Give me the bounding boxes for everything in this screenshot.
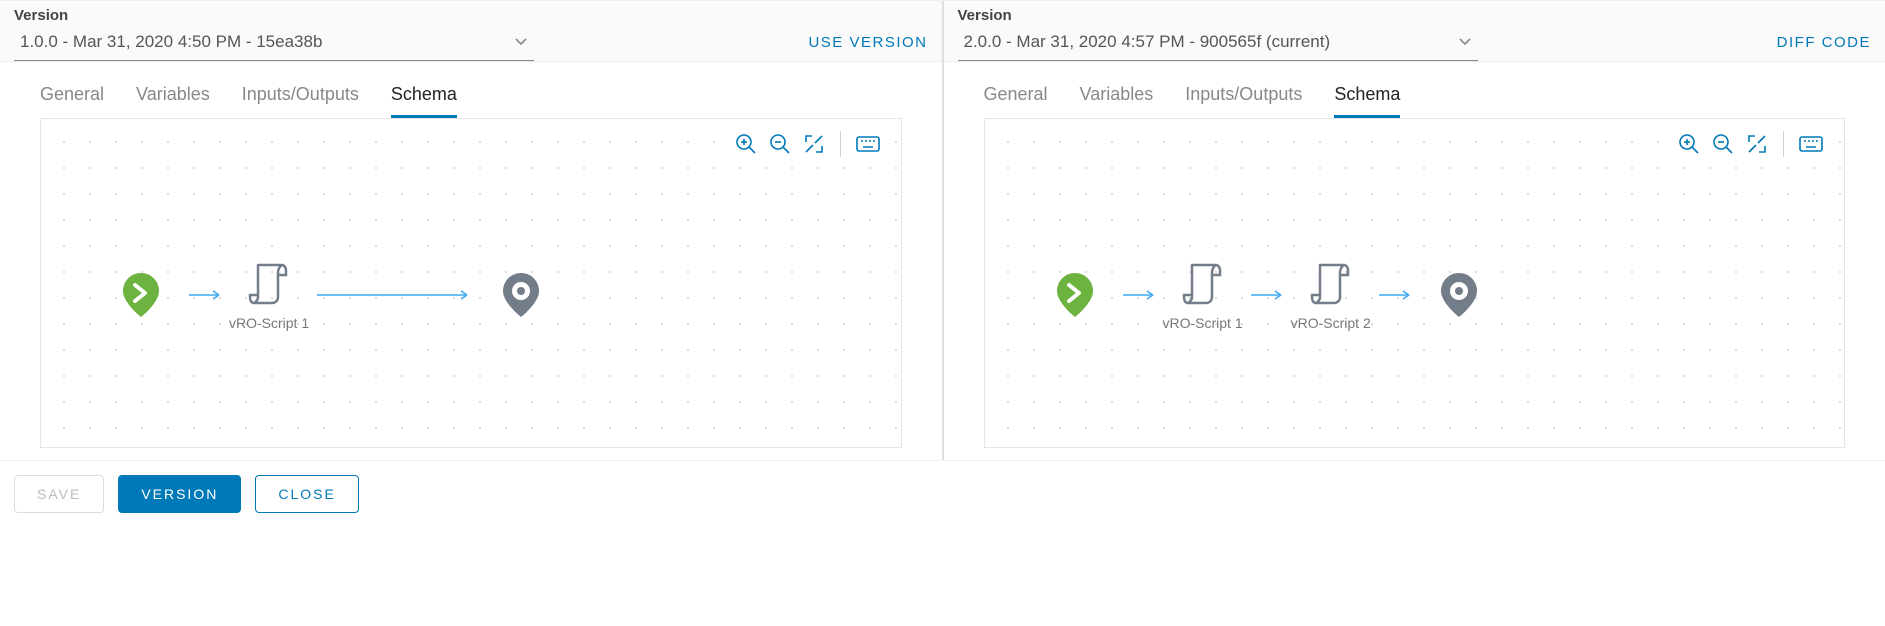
zoom-out-icon[interactable] [1711,132,1735,156]
tab-schema[interactable]: Schema [391,84,457,118]
right-pane: Version 2.0.0 - Mar 31, 2020 4:57 PM - 9… [944,1,1885,460]
version-select-right[interactable]: 2.0.0 - Mar 31, 2020 4:57 PM - 900565f (… [958,26,1478,61]
end-node[interactable] [481,271,561,319]
left-pane-header: Version 1.0.0 - Mar 31, 2020 4:50 PM - 1… [0,1,942,62]
fit-screen-icon[interactable] [1745,132,1769,156]
chevron-down-icon [512,32,530,52]
script-node[interactable]: vRO-Script 1 [1163,259,1243,331]
end-pin-icon [1437,271,1481,319]
toolbar-divider [1783,131,1784,157]
tab-general[interactable]: General [984,84,1048,118]
flow-arrow-icon [1249,289,1285,301]
zoom-in-icon[interactable] [1677,132,1701,156]
version-value-left: 1.0.0 - Mar 31, 2020 4:50 PM - 15ea38b [20,32,322,52]
canvas-toolbar-left [728,129,887,159]
start-node[interactable] [1035,271,1115,319]
version-value-right: 2.0.0 - Mar 31, 2020 4:57 PM - 900565f (… [964,32,1331,52]
flow-arrow-icon [187,289,223,301]
script-icon [1182,259,1224,307]
tab-inputs-outputs[interactable]: Inputs/Outputs [1185,84,1302,118]
script-node[interactable]: vRO-Script 1 [229,259,309,331]
chevron-down-icon [1456,32,1474,52]
version-label-left: Version [14,7,792,24]
close-button[interactable]: CLOSE [255,475,358,513]
schema-flow-left: vRO-Script 1 [101,259,841,331]
tab-variables[interactable]: Variables [136,84,210,118]
save-button: SAVE [14,475,104,513]
diff-code-button[interactable]: DIFF CODE [1777,34,1871,61]
flow-arrow-icon [315,289,475,301]
start-pin-icon [119,271,163,319]
end-pin-icon [499,271,543,319]
tab-general[interactable]: General [40,84,104,118]
start-pin-icon [1053,271,1097,319]
schema-flow-right: vRO-Script 1 vRO-Script 2 [1035,259,1785,331]
flow-arrow-icon [1121,289,1157,301]
script-node-label: vRO-Script 1 [1163,315,1243,331]
version-button[interactable]: VERSION [118,475,241,513]
zoom-out-icon[interactable] [768,132,792,156]
version-select-left[interactable]: 1.0.0 - Mar 31, 2020 4:50 PM - 15ea38b [14,26,534,61]
script-icon [1310,259,1352,307]
schema-canvas-right[interactable]: vRO-Script 1 vRO-Script 2 [984,118,1846,448]
toolbar-divider [840,131,841,157]
footer-actions: SAVE VERSION CLOSE [0,460,1885,527]
script-node-label: vRO-Script 2 [1291,315,1371,331]
tabs-right: General Variables Inputs/Outputs Schema [944,62,1885,118]
schema-canvas-left[interactable]: vRO-Script 1 [40,118,902,448]
use-version-button[interactable]: USE VERSION [808,34,927,61]
keyboard-icon[interactable] [1798,131,1824,157]
keyboard-icon[interactable] [855,131,881,157]
flow-arrow-icon [1377,289,1413,301]
version-compare-container: Version 1.0.0 - Mar 31, 2020 4:50 PM - 1… [0,0,1885,460]
fit-screen-icon[interactable] [802,132,826,156]
script-icon [248,259,290,307]
script-node-label: vRO-Script 1 [229,315,309,331]
left-pane: Version 1.0.0 - Mar 31, 2020 4:50 PM - 1… [0,1,944,460]
tab-schema[interactable]: Schema [1334,84,1400,118]
tab-variables[interactable]: Variables [1080,84,1154,118]
script-node[interactable]: vRO-Script 2 [1291,259,1371,331]
right-pane-header: Version 2.0.0 - Mar 31, 2020 4:57 PM - 9… [944,1,1885,62]
tabs-left: General Variables Inputs/Outputs Schema [0,62,942,118]
canvas-toolbar-right [1671,129,1830,159]
tab-inputs-outputs[interactable]: Inputs/Outputs [242,84,359,118]
start-node[interactable] [101,271,181,319]
zoom-in-icon[interactable] [734,132,758,156]
end-node[interactable] [1419,271,1499,319]
version-label-right: Version [958,7,1761,24]
